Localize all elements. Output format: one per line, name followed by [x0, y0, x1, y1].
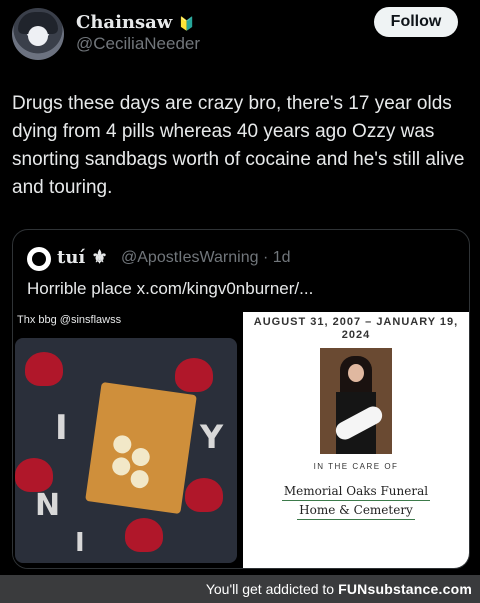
quote-image-pills[interactable]: Thx bbg @sinsflawss I N Y I: [13, 312, 239, 568]
heart-pattern: [25, 352, 63, 386]
quote-author-name[interactable]: tuí ⚜: [57, 247, 108, 268]
pills-photo: I N Y I: [15, 338, 237, 563]
post-header: Chainsaw 🔰 @CeciliaNeeder Follow: [0, 0, 480, 70]
post-text: Drugs these days are crazy bro, there's …: [12, 93, 465, 198]
quote-text: Horrible place x.com/kingv0nburner/...: [27, 279, 314, 298]
author-avatar[interactable]: [12, 8, 64, 60]
fabric-letter: Y: [200, 418, 224, 456]
footer-text: You'll get addicted to: [205, 581, 335, 597]
fabric-letter: I: [55, 408, 68, 448]
quote-author-handle[interactable]: @ApostIesWarning · 1d: [121, 249, 291, 267]
funeral-home-line2: Home & Cemetery: [297, 501, 415, 520]
site-footer: You'll get addicted to FUNsubstance.com: [0, 575, 480, 603]
pill: [130, 446, 151, 468]
pill-bag: [85, 381, 197, 515]
quote-image-obituary[interactable]: AUGUST 31, 2007 – JANUARY 19, 2024 IN TH…: [243, 312, 469, 568]
pill: [129, 468, 150, 490]
care-label: IN THE CARE OF: [313, 462, 399, 471]
quote-handle-text: @ApostIesWarning: [121, 249, 259, 266]
author-name[interactable]: Chainsaw 🔰: [76, 12, 195, 33]
image-caption: Thx bbg @sinsflawss: [17, 314, 122, 326]
heart-pattern: [185, 478, 223, 512]
heart-pattern: [125, 518, 163, 552]
obituary-dates: AUGUST 31, 2007 – JANUARY 19, 2024: [253, 316, 459, 341]
footer-brand[interactable]: FUNsubstance.com: [338, 581, 472, 597]
heart-pattern: [175, 358, 213, 392]
quote-author-avatar[interactable]: [27, 247, 51, 271]
author-handle[interactable]: @CeciliaNeeder: [76, 34, 200, 54]
fabric-letter: N: [35, 488, 61, 523]
pill: [112, 434, 133, 455]
portrait-face: [348, 364, 364, 382]
funeral-home: Memorial Oaks Funeral Home & Cemetery: [243, 482, 469, 520]
quoted-post[interactable]: tuí ⚜ @ApostIesWarning · 1d Horrible pla…: [12, 229, 470, 569]
pill: [111, 456, 132, 477]
author-badge-icon: 🔰: [178, 17, 195, 32]
follow-button[interactable]: Follow: [374, 7, 458, 37]
fabric-letter: I: [75, 528, 85, 558]
obituary-portrait: [320, 348, 392, 454]
quote-timestamp: · 1d: [262, 249, 291, 266]
funeral-home-line1: Memorial Oaks Funeral: [281, 482, 431, 501]
author-name-text: Chainsaw: [76, 12, 173, 33]
avatar-face: [28, 26, 48, 46]
heart-pattern: [15, 458, 53, 492]
